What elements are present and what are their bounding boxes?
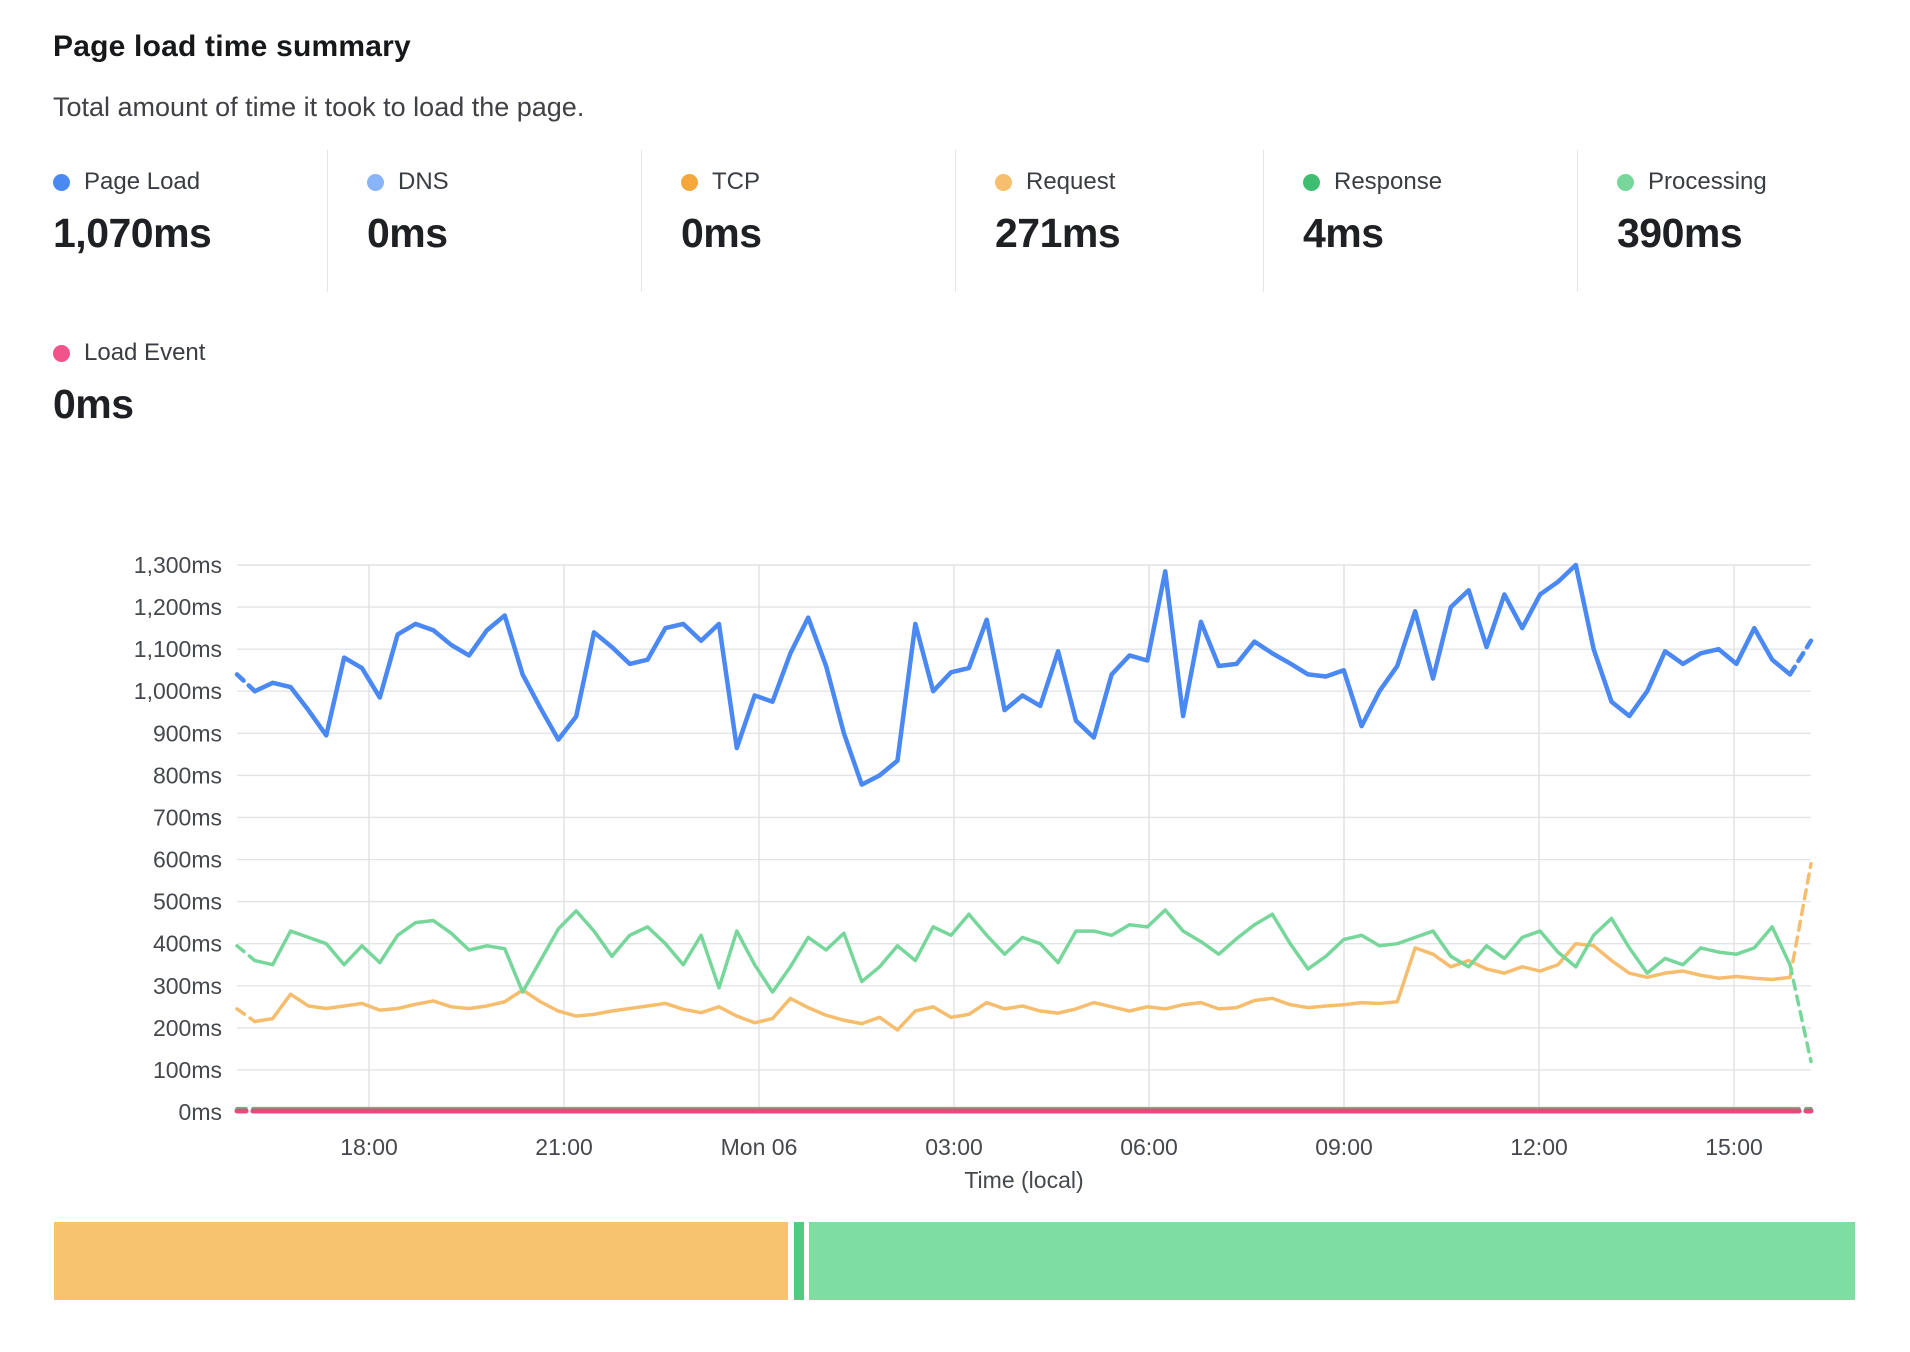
y-axis-tick-label: 1,000ms (134, 678, 222, 704)
y-axis-tick-label: 1,200ms (134, 594, 222, 620)
metric-dot-icon (1303, 174, 1320, 191)
y-axis-tick-label: 900ms (153, 720, 222, 746)
metric-label: Load Event (84, 339, 205, 367)
metric-label: DNS (398, 168, 449, 196)
column-divider (955, 150, 956, 292)
metric-value: 0ms (367, 210, 637, 257)
x-axis-tick-label: 18:00 (340, 1134, 398, 1160)
series-page-load-dash-end (1790, 641, 1811, 675)
series-processing-dash-start (237, 946, 255, 961)
y-axis-tick-label: 300ms (153, 973, 222, 999)
y-axis-tick-label: 500ms (153, 889, 222, 915)
x-axis-tick-label: 03:00 (925, 1134, 983, 1160)
metric-value: 1,070ms (53, 210, 323, 257)
x-axis-tick-label: 09:00 (1315, 1134, 1373, 1160)
series-request-dash-end (1790, 864, 1811, 978)
series-request (255, 944, 1790, 1030)
metric-dot-icon (367, 174, 384, 191)
legend-item-dns[interactable]: DNS 0ms (367, 168, 637, 257)
metric-label: Processing (1648, 168, 1767, 196)
legend-item-page-load[interactable]: Page Load 1,070ms (53, 168, 323, 257)
y-axis-tick-label: 0ms (179, 1099, 222, 1125)
y-axis-tick-label: 700ms (153, 804, 222, 830)
column-divider (641, 150, 642, 292)
page-subtitle: Total amount of time it took to load the… (53, 92, 584, 123)
metric-value: 4ms (1303, 210, 1573, 257)
column-divider (1577, 150, 1578, 292)
y-axis-tick-label: 1,100ms (134, 636, 222, 662)
metric-label: TCP (712, 168, 760, 196)
load-time-chart[interactable]: 0ms 100ms 200ms 300ms 400ms 500ms 600ms 700ms 80… (0, 430, 1910, 1222)
y-axis-tick-label: 100ms (153, 1057, 222, 1083)
column-divider (327, 150, 328, 292)
bar-request-segment (54, 1222, 788, 1300)
metric-value: 390ms (1617, 210, 1887, 257)
series-processing-dash-end (1790, 965, 1811, 1062)
series-page-load (255, 565, 1790, 785)
series-processing (255, 910, 1790, 992)
legend-item-response[interactable]: Response 4ms (1303, 168, 1573, 257)
legend-item-processing[interactable]: Processing 390ms (1617, 168, 1887, 257)
x-axis-tick-label: 21:00 (535, 1134, 593, 1160)
metric-dot-icon (53, 345, 70, 362)
bar-processing-segment (809, 1222, 1855, 1300)
metric-label: Page Load (84, 168, 200, 196)
y-axis-tick-label: 600ms (153, 847, 222, 873)
metric-dot-icon (1617, 174, 1634, 191)
metric-dot-icon (53, 174, 70, 191)
metric-value: 271ms (995, 210, 1265, 257)
metric-dot-icon (681, 174, 698, 191)
legend-item-load-event[interactable]: Load Event 0ms (53, 339, 323, 428)
y-axis-tick-label: 1,300ms (134, 552, 222, 578)
y-axis-tick-label: 200ms (153, 1015, 222, 1041)
metric-dot-icon (995, 174, 1012, 191)
x-axis-tick-label: 06:00 (1120, 1134, 1178, 1160)
metric-value: 0ms (681, 210, 951, 257)
y-axis-tick-label: 400ms (153, 931, 222, 957)
x-axis-tick-label: Mon 06 (721, 1134, 798, 1160)
series-page-load-dash-start (237, 674, 255, 691)
bar-divider-segment (794, 1222, 804, 1300)
metric-label: Response (1334, 168, 1442, 196)
column-divider (1263, 150, 1264, 292)
metric-label: Request (1026, 168, 1115, 196)
metric-value: 0ms (53, 381, 323, 428)
x-axis-tick-label: 12:00 (1510, 1134, 1568, 1160)
x-axis-tick-label: 15:00 (1705, 1134, 1763, 1160)
series-request-dash-start (237, 1009, 255, 1022)
x-axis-title: Time (local) (964, 1167, 1083, 1193)
page-load-summary-panel: Page load time summary Total amount of t… (0, 0, 1910, 1352)
legend-item-request[interactable]: Request 271ms (995, 168, 1265, 257)
timeline-bar (54, 1222, 1855, 1300)
page-title: Page load time summary (53, 30, 411, 64)
y-axis-tick-label: 800ms (153, 762, 222, 788)
legend-item-tcp[interactable]: TCP 0ms (681, 168, 951, 257)
